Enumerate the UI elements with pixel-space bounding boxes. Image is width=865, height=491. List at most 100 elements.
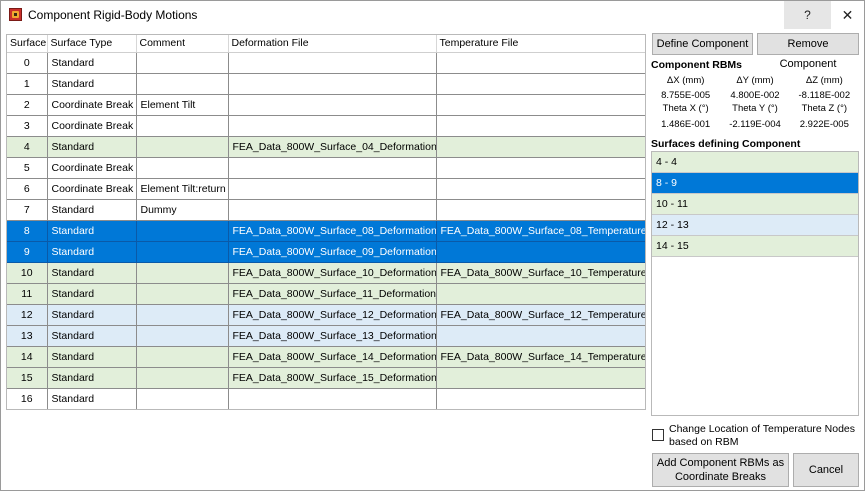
- table-row[interactable]: 15 Standard FEA_Data_800W_Surface_15_Defor…: [7, 367, 645, 389]
- cell-surface-type[interactable]: Coordinate Break: [47, 178, 137, 200]
- cell-surface-type[interactable]: Coordinate Break: [47, 115, 137, 137]
- cell-temperature-file[interactable]: [436, 325, 645, 347]
- cell-temperature-file[interactable]: FEA_Data_800W_Surface_08_Temperature_180: [436, 220, 645, 242]
- column-header-surface[interactable]: Surface: [7, 35, 48, 53]
- cell-temperature-file[interactable]: [436, 241, 645, 263]
- cell-surface-type[interactable]: Standard: [47, 136, 137, 158]
- cell-temperature-file[interactable]: [436, 367, 645, 389]
- cell-surface[interactable]: 11: [7, 283, 48, 305]
- cell-surface[interactable]: 16: [7, 388, 48, 409]
- table-row[interactable]: 6 Coordinate Break Element Tilt:return: [7, 178, 645, 200]
- cell-deformation-file[interactable]: FEA_Data_800W_Surface_12_Deformation_180: [228, 304, 437, 326]
- surfaces-list-item[interactable]: 8 - 9: [652, 173, 858, 194]
- cell-surface-type[interactable]: Standard: [47, 199, 137, 221]
- cell-comment[interactable]: [136, 367, 229, 389]
- table-row[interactable]: 12 Standard FEA_Data_800W_Surface_12_Defor…: [7, 304, 645, 326]
- surfaces-list-item[interactable]: 10 - 11: [652, 194, 858, 215]
- help-button[interactable]: ?: [784, 1, 831, 29]
- cell-surface-type[interactable]: Standard: [47, 283, 137, 305]
- table-row[interactable]: 11 Standard FEA_Data_800W_Surface_11_Defor…: [7, 283, 645, 305]
- table-row[interactable]: 9 Standard FEA_Data_800W_Surface_09_Deform…: [7, 241, 645, 263]
- table-row[interactable]: 16 Standard: [7, 388, 645, 409]
- cell-comment[interactable]: [136, 73, 229, 95]
- close-icon[interactable]: ✕: [831, 1, 864, 29]
- column-header-temperature-file[interactable]: Temperature File: [436, 35, 645, 53]
- column-header-surface-type[interactable]: Surface Type: [47, 35, 137, 53]
- table-row[interactable]: 5 Coordinate Break: [7, 157, 645, 179]
- cell-deformation-file[interactable]: FEA_Data_800W_Surface_13_Deformation_180: [228, 325, 437, 347]
- cell-surface-type[interactable]: Coordinate Break: [47, 94, 137, 116]
- cell-comment[interactable]: [136, 346, 229, 368]
- cell-deformation-file[interactable]: FEA_Data_800W_Surface_11_Deformation_180: [228, 283, 437, 305]
- surface-table[interactable]: Surface Surface Type Comment Deformation…: [6, 34, 646, 410]
- cell-surface[interactable]: 0: [7, 52, 48, 74]
- cell-surface-type[interactable]: Coordinate Break: [47, 157, 137, 179]
- cell-comment[interactable]: [136, 262, 229, 284]
- cell-comment[interactable]: [136, 388, 229, 409]
- cell-deformation-file[interactable]: FEA_Data_800W_Surface_08_Deformation_180: [228, 220, 437, 242]
- cell-comment[interactable]: [136, 304, 229, 326]
- table-row[interactable]: 7 Standard Dummy: [7, 199, 645, 221]
- temperature-nodes-label[interactable]: Change Location of Temperature Nodes bas…: [669, 423, 859, 449]
- table-row[interactable]: 2 Coordinate Break Element Tilt: [7, 94, 645, 116]
- table-row[interactable]: 10 Standard FEA_Data_800W_Surface_10_Defor…: [7, 262, 645, 284]
- cell-temperature-file[interactable]: [436, 52, 645, 74]
- cell-surface-type[interactable]: Standard: [47, 241, 137, 263]
- cell-deformation-file[interactable]: [228, 94, 437, 116]
- temperature-nodes-checkbox[interactable]: [652, 429, 664, 441]
- column-header-deformation-file[interactable]: Deformation File: [228, 35, 437, 53]
- cell-comment[interactable]: Dummy: [136, 199, 229, 221]
- table-row[interactable]: 0 Standard: [7, 52, 645, 74]
- cell-temperature-file[interactable]: [436, 73, 645, 95]
- cell-deformation-file[interactable]: [228, 199, 437, 221]
- cell-comment[interactable]: [136, 325, 229, 347]
- cell-comment[interactable]: Element Tilt: [136, 94, 229, 116]
- table-row[interactable]: 4 Standard FEA_Data_800W_Surface_04_Deform…: [7, 136, 645, 158]
- cell-temperature-file[interactable]: [436, 94, 645, 116]
- cell-surface[interactable]: 7: [7, 199, 48, 221]
- column-header-comment[interactable]: Comment: [136, 35, 229, 53]
- cell-surface[interactable]: 3: [7, 115, 48, 137]
- table-row[interactable]: 14 Standard FEA_Data_800W_Surface_14_Defor…: [7, 346, 645, 368]
- cell-deformation-file[interactable]: [228, 115, 437, 137]
- cell-temperature-file[interactable]: FEA_Data_800W_Surface_12_Temperature_180: [436, 304, 645, 326]
- cell-surface-type[interactable]: Standard: [47, 262, 137, 284]
- cell-surface[interactable]: 2: [7, 94, 48, 116]
- cell-temperature-file[interactable]: FEA_Data_800W_Surface_14_Temperature_180: [436, 346, 645, 368]
- define-component-button[interactable]: Define Component: [652, 33, 753, 55]
- cell-surface[interactable]: 12: [7, 304, 48, 326]
- cell-comment[interactable]: [136, 220, 229, 242]
- cell-deformation-file[interactable]: FEA_Data_800W_Surface_09_Deformation_180: [228, 241, 437, 263]
- cell-deformation-file[interactable]: [228, 73, 437, 95]
- cell-temperature-file[interactable]: [436, 388, 645, 409]
- cell-surface[interactable]: 6: [7, 178, 48, 200]
- cell-deformation-file[interactable]: [228, 178, 437, 200]
- cell-deformation-file[interactable]: FEA_Data_800W_Surface_04_Deformation_180: [228, 136, 437, 158]
- cell-comment[interactable]: [136, 283, 229, 305]
- cell-deformation-file[interactable]: FEA_Data_800W_Surface_10_Deformation_180: [228, 262, 437, 284]
- cell-surface[interactable]: 1: [7, 73, 48, 95]
- table-row[interactable]: 13 Standard FEA_Data_800W_Surface_13_Defor…: [7, 325, 645, 347]
- surfaces-list-item[interactable]: 14 - 15: [652, 236, 858, 257]
- cell-surface[interactable]: 4: [7, 136, 48, 158]
- cell-temperature-file[interactable]: FEA_Data_800W_Surface_10_Temperature_180: [436, 262, 645, 284]
- cell-comment[interactable]: [136, 115, 229, 137]
- cell-surface-type[interactable]: Standard: [47, 388, 137, 409]
- cell-surface[interactable]: 8: [7, 220, 48, 242]
- cell-comment[interactable]: [136, 52, 229, 74]
- cell-surface-type[interactable]: Standard: [47, 346, 137, 368]
- surfaces-list[interactable]: 4 - 48 - 9 10 - 11 12 - 13 14 - 15: [651, 151, 859, 416]
- table-row[interactable]: 1 Standard: [7, 73, 645, 95]
- cell-temperature-file[interactable]: [436, 283, 645, 305]
- cell-surface-type[interactable]: Standard: [47, 52, 137, 74]
- cell-surface[interactable]: 5: [7, 157, 48, 179]
- remove-component-button[interactable]: Remove Component: [757, 33, 859, 70]
- cell-comment[interactable]: [136, 136, 229, 158]
- cell-surface[interactable]: 10: [7, 262, 48, 284]
- cell-surface-type[interactable]: Standard: [47, 73, 137, 95]
- cell-surface[interactable]: 13: [7, 325, 48, 347]
- cell-deformation-file[interactable]: [228, 52, 437, 74]
- cell-surface-type[interactable]: Standard: [47, 367, 137, 389]
- cell-surface[interactable]: 15: [7, 367, 48, 389]
- cell-comment[interactable]: Element Tilt:return: [136, 178, 229, 200]
